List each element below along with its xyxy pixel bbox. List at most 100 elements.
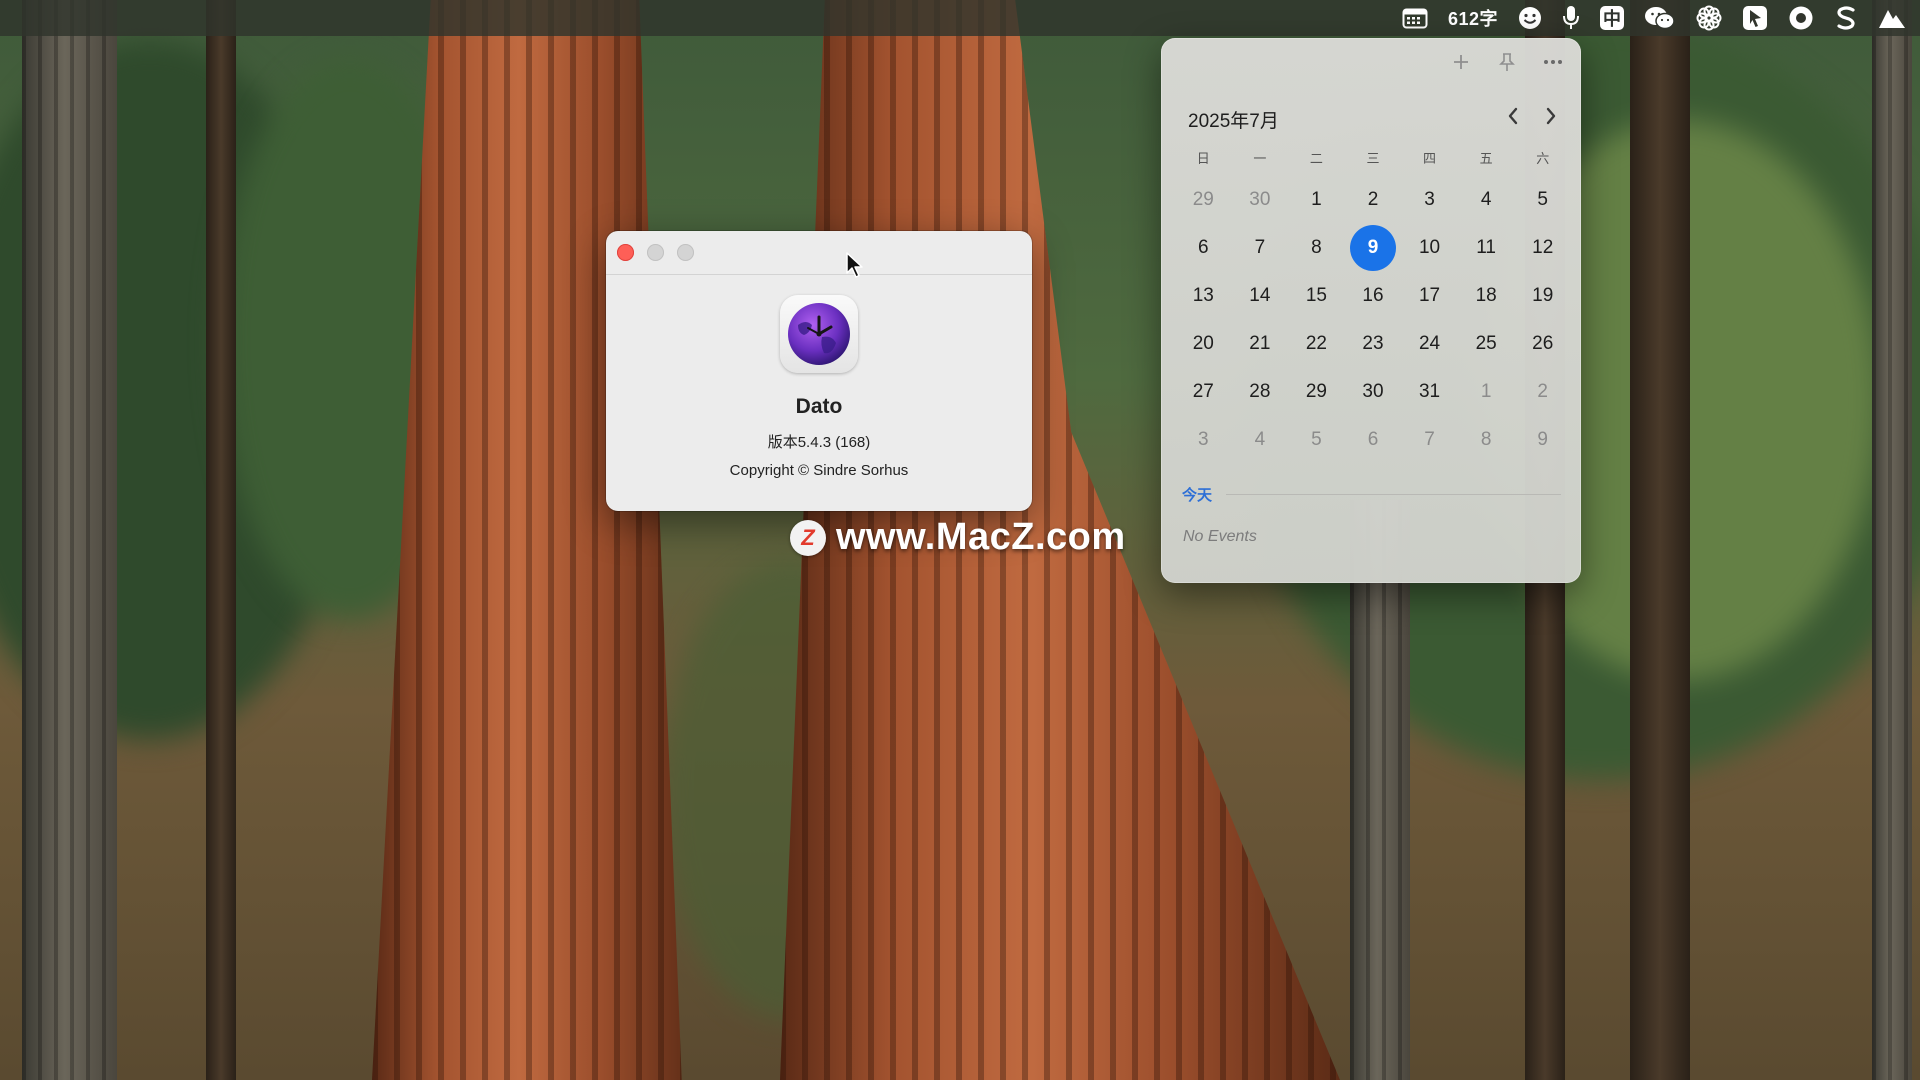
microphone-icon[interactable] [1562,0,1580,36]
day-cell[interactable]: 29 [1175,176,1232,224]
day-cell[interactable]: 2 [1514,368,1571,416]
app-copyright: Copyright © Sindre Sorhus [729,462,909,479]
zoom-button[interactable] [677,244,694,261]
day-cell[interactable]: 25 [1458,320,1515,368]
mountain-icon[interactable] [1878,0,1906,36]
weekday-label: 日 [1196,151,1210,166]
day-cell[interactable]: 21 [1232,320,1289,368]
day-number: 7 [1424,429,1435,450]
s-logo-icon[interactable] [1834,0,1858,36]
no-events-text: No Events [1183,528,1257,545]
day-number: 4 [1254,429,1266,450]
day-cell[interactable]: 15 [1288,272,1345,320]
next-month-button[interactable] [1539,102,1563,130]
smiley-icon[interactable] [1518,0,1542,36]
day-cell[interactable]: 29 [1288,368,1345,416]
day-number: 1 [1480,381,1492,402]
day-number: 24 [1418,333,1441,354]
wechat-icon[interactable] [1644,0,1676,36]
day-cell[interactable]: 23 [1345,320,1402,368]
day-number: 23 [1362,333,1384,354]
menu-bar: 612字 中 [0,0,1920,36]
word-count[interactable]: 612字 [1448,0,1498,36]
day-cell[interactable]: 4 [1458,176,1515,224]
day-number: 9 [1537,429,1548,450]
day-cell[interactable]: 20 [1175,320,1232,368]
weekday-label: 二 [1309,151,1323,166]
more-icon[interactable] [1543,52,1563,72]
watermark-logo-icon: Z [790,519,826,556]
day-cell[interactable]: 27 [1175,368,1232,416]
add-event-icon[interactable] [1451,52,1471,72]
day-grid: 29 30 1 2 3 4 5 6 7 8 9 10 11 12 13 14 15 16 17 18 19 20 21 22 2… [1175,176,1571,464]
day-cell[interactable]: 13 [1175,272,1232,320]
day-cell[interactable]: 30 [1232,176,1289,224]
weekday-label: 三 [1366,151,1380,166]
day-number: 30 [1362,381,1384,402]
day-number: 1 [1311,189,1322,210]
day-cell-today[interactable]: 9 [1345,224,1402,272]
day-cell[interactable]: 2 [1345,176,1402,224]
day-cell[interactable]: 18 [1458,272,1515,320]
pin-icon[interactable] [1497,52,1517,72]
today-button[interactable]: 今天 [1182,484,1212,505]
day-number: 6 [1367,429,1379,450]
day-number: 29 [1192,189,1214,210]
day-number: 7 [1254,237,1266,258]
day-cell[interactable]: 14 [1232,272,1289,320]
day-cell[interactable]: 31 [1401,368,1458,416]
window-titlebar[interactable] [606,231,1032,275]
calendar-icon[interactable] [1402,0,1428,36]
today-section: 今天 [1182,484,1561,505]
day-number: 3 [1424,189,1435,210]
about-window: Dato 版本5.4.3 (168) Copyright © Sindre So… [606,231,1032,511]
day-number: 20 [1192,333,1214,354]
day-cell[interactable]: 1 [1288,176,1345,224]
record-icon[interactable] [1788,0,1814,36]
day-number: 19 [1532,285,1554,306]
flower-icon[interactable] [1696,0,1722,36]
day-cell[interactable]: 30 [1345,368,1402,416]
day-number: 13 [1192,285,1214,306]
day-cell[interactable]: 6 [1175,224,1232,272]
day-cell[interactable]: 8 [1458,416,1515,464]
chevron-left-icon [1508,107,1518,125]
day-cell[interactable]: 22 [1288,320,1345,368]
weekday-label: 四 [1423,151,1437,166]
day-cell[interactable]: 5 [1514,176,1571,224]
day-cell[interactable]: 5 [1288,416,1345,464]
day-cell[interactable]: 9 [1514,416,1571,464]
weekday-label: 六 [1536,151,1550,166]
day-cell[interactable]: 7 [1232,224,1289,272]
minimize-button[interactable] [647,244,664,261]
day-number: 10 [1418,237,1441,258]
weekday-label: 五 [1479,151,1493,166]
day-cell[interactable]: 17 [1401,272,1458,320]
tree-trunk [1350,500,1410,1080]
day-cell[interactable]: 12 [1514,224,1571,272]
close-button[interactable] [617,244,634,261]
day-cell[interactable]: 24 [1401,320,1458,368]
cursor-app-icon[interactable] [1742,0,1768,36]
day-cell[interactable]: 19 [1514,272,1571,320]
app-name: Dato [795,395,843,418]
day-cell[interactable]: 3 [1175,416,1232,464]
day-number: 16 [1362,285,1384,306]
calendar-toolbar [1451,52,1563,72]
input-method-icon[interactable]: 中 [1600,0,1624,36]
day-cell[interactable]: 28 [1232,368,1289,416]
day-cell[interactable]: 8 [1288,224,1345,272]
day-cell[interactable]: 1 [1458,368,1515,416]
day-cell[interactable]: 26 [1514,320,1571,368]
day-cell[interactable]: 3 [1401,176,1458,224]
day-cell[interactable]: 4 [1232,416,1289,464]
day-cell[interactable]: 7 [1401,416,1458,464]
day-number: 26 [1532,333,1554,354]
previous-month-button[interactable] [1501,102,1525,130]
day-cell[interactable]: 6 [1345,416,1402,464]
tree-trunk [1630,0,1690,1080]
day-cell[interactable]: 16 [1345,272,1402,320]
input-method-label: 中 [1600,6,1624,30]
day-cell[interactable]: 11 [1458,224,1515,272]
day-cell[interactable]: 10 [1401,224,1458,272]
